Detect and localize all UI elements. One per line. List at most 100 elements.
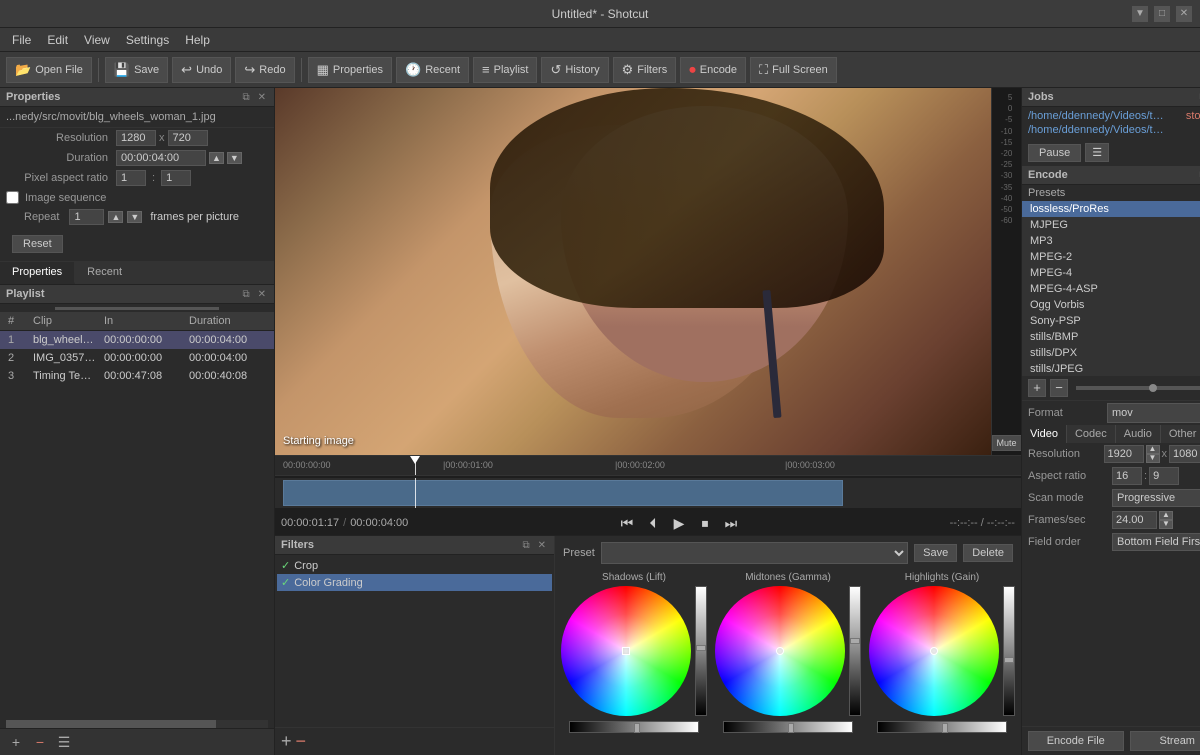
preset-bmp[interactable]: stills/BMP (1022, 329, 1200, 345)
filters-float-btn[interactable]: ⧉ (520, 540, 531, 551)
fps-input[interactable] (1112, 511, 1157, 529)
menu-view[interactable]: View (76, 31, 118, 49)
encode-tab-other[interactable]: Other (1161, 425, 1200, 443)
filters-close-btn[interactable]: ✕ (536, 540, 548, 551)
playlist-menu-btn[interactable]: ☰ (54, 732, 74, 752)
menu-edit[interactable]: Edit (39, 31, 76, 49)
preset-mpeg2[interactable]: MPEG-2 (1022, 249, 1200, 265)
win-close[interactable]: ✕ (1176, 6, 1192, 22)
encode-slider[interactable] (1076, 386, 1200, 390)
preset-mpeg4asp[interactable]: MPEG-4-ASP (1022, 281, 1200, 297)
filter-color-grading[interactable]: ✓ Color Grading (277, 574, 552, 591)
preset-psp[interactable]: Sony-PSP (1022, 313, 1200, 329)
preset-dpx[interactable]: stills/DPX (1022, 345, 1200, 361)
jobs-menu-btn[interactable]: ☰ (1085, 143, 1109, 162)
playlist-row-1[interactable]: 1 blg_wheels_... 00:00:00:00 00:00:04:00 (0, 331, 274, 349)
encode-add-btn[interactable]: + (1028, 379, 1046, 397)
jobs-pause-btn[interactable]: Pause (1028, 144, 1081, 162)
filters-button[interactable]: ⚙ Filters (613, 57, 677, 83)
midtones-bottom-slider[interactable] (723, 721, 853, 733)
transport-skip-end[interactable]: ⏭ (720, 512, 742, 534)
repeat-up-btn[interactable]: ▲ (108, 211, 123, 223)
playlist-close-btn[interactable]: ✕ (256, 289, 268, 300)
duration-down-btn[interactable]: ▼ (227, 152, 242, 164)
aspect-w[interactable] (1112, 467, 1142, 485)
playlist-button[interactable]: ≡ Playlist (473, 57, 537, 83)
properties-float-btn[interactable]: ⧉ (240, 92, 251, 103)
preset-mp3[interactable]: MP3 (1022, 233, 1200, 249)
shadows-slider[interactable] (695, 586, 707, 716)
encode-tab-audio[interactable]: Audio (1116, 425, 1161, 443)
properties-close-btn[interactable]: ✕ (256, 92, 268, 103)
mute-button[interactable]: Mute (992, 435, 1022, 451)
win-maximize[interactable]: □ (1154, 6, 1170, 22)
win-minimize[interactable]: ▼ (1132, 6, 1148, 22)
encode-stream-btn[interactable]: Stream (1130, 731, 1200, 751)
repeat-down-btn[interactable]: ▼ (127, 211, 142, 223)
format-select[interactable]: mov (1107, 403, 1200, 423)
resolution-h-input[interactable] (168, 130, 208, 146)
cg-save-btn[interactable]: Save (914, 544, 957, 562)
transport-play[interactable]: ▶ (668, 512, 690, 534)
playlist-row-2[interactable]: 2 IMG_0357.JPG 00:00:00:00 00:00:04:00 (0, 349, 274, 367)
preset-lossless[interactable]: lossless/ProRes (1022, 201, 1200, 217)
encode-res-w[interactable] (1104, 445, 1144, 463)
fullscreen-button[interactable]: ⛶ Full Screen (750, 57, 837, 83)
history-button[interactable]: ↺ History (541, 57, 608, 83)
highlights-wheel[interactable] (869, 586, 999, 716)
image-sequence-checkbox[interactable] (6, 191, 19, 204)
preset-mpeg4[interactable]: MPEG-4 (1022, 265, 1200, 281)
job2-file[interactable]: /home/ddennedy/Videos/test.mov (1028, 124, 1168, 136)
midtones-wheel[interactable] (715, 586, 845, 716)
highlights-slider[interactable] (1003, 586, 1015, 716)
menu-help[interactable]: Help (177, 31, 218, 49)
playlist-remove-btn[interactable]: − (30, 732, 50, 752)
preset-jpeg[interactable]: stills/JPEG (1022, 361, 1200, 375)
properties-button[interactable]: ▦ Properties (308, 57, 392, 83)
playlist-float-btn[interactable]: ⧉ (240, 289, 251, 300)
save-button[interactable]: 💾 Save (105, 57, 168, 83)
playlist-scrollbar[interactable] (6, 720, 268, 728)
encode-button[interactable]: ⏺ Encode (680, 57, 746, 83)
job1-file[interactable]: /home/ddennedy/Videos/test.mov (1028, 110, 1168, 122)
encode-file-btn[interactable]: Encode File (1028, 731, 1124, 751)
preset-mjpeg[interactable]: MJPEG (1022, 217, 1200, 233)
encode-tab-video[interactable]: Video (1022, 425, 1067, 443)
pixel-h-input[interactable] (161, 170, 191, 186)
tab-properties[interactable]: Properties (0, 262, 75, 284)
playlist-row-3[interactable]: 3 Timing Testsl... 00:00:47:08 00:00:40:… (0, 367, 274, 385)
redo-button[interactable]: ↪ Redo (235, 57, 294, 83)
filters-add-btn[interactable]: + (281, 731, 292, 752)
menu-settings[interactable]: Settings (118, 31, 177, 49)
menu-file[interactable]: File (4, 31, 39, 49)
duration-input[interactable] (116, 150, 206, 166)
resolution-w-input[interactable] (116, 130, 156, 146)
field-order-select[interactable]: Bottom Field First (1112, 533, 1200, 551)
transport-skip-start[interactable]: ⏮ (616, 512, 638, 534)
encode-res-h[interactable] (1169, 445, 1200, 463)
scan-select[interactable]: Progressive (1112, 489, 1200, 507)
filter-crop[interactable]: ✓ Crop (277, 557, 552, 574)
timeline-ruler[interactable]: 00:00:00:00 |00:00:01:00 |00:00:02:00 |0… (275, 456, 1021, 476)
undo-button[interactable]: ↩ Undo (172, 57, 231, 83)
reset-button[interactable]: Reset (12, 235, 63, 253)
cg-delete-btn[interactable]: Delete (963, 544, 1013, 562)
recent-button[interactable]: 🕐 Recent (396, 57, 469, 83)
highlights-bottom-slider[interactable] (877, 721, 1007, 733)
repeat-input[interactable] (69, 209, 104, 225)
res-w-down[interactable]: ▼ (1146, 454, 1160, 463)
filters-remove-btn[interactable]: − (296, 731, 307, 752)
midtones-slider[interactable] (849, 586, 861, 716)
preset-ogg[interactable]: Ogg Vorbis (1022, 297, 1200, 313)
transport-stop[interactable]: ⏹ (694, 512, 716, 534)
pixel-w-input[interactable] (116, 170, 146, 186)
shadows-wheel[interactable] (561, 586, 691, 716)
fps-down[interactable]: ▼ (1159, 520, 1173, 529)
tab-recent[interactable]: Recent (75, 262, 135, 284)
playlist-add-btn[interactable]: + (6, 732, 26, 752)
encode-tab-codec[interactable]: Codec (1067, 425, 1116, 443)
open-file-button[interactable]: 📂 Open File (6, 57, 92, 83)
aspect-h[interactable] (1149, 467, 1179, 485)
duration-up-btn[interactable]: ▲ (209, 152, 224, 164)
cg-preset-select[interactable] (601, 542, 908, 564)
